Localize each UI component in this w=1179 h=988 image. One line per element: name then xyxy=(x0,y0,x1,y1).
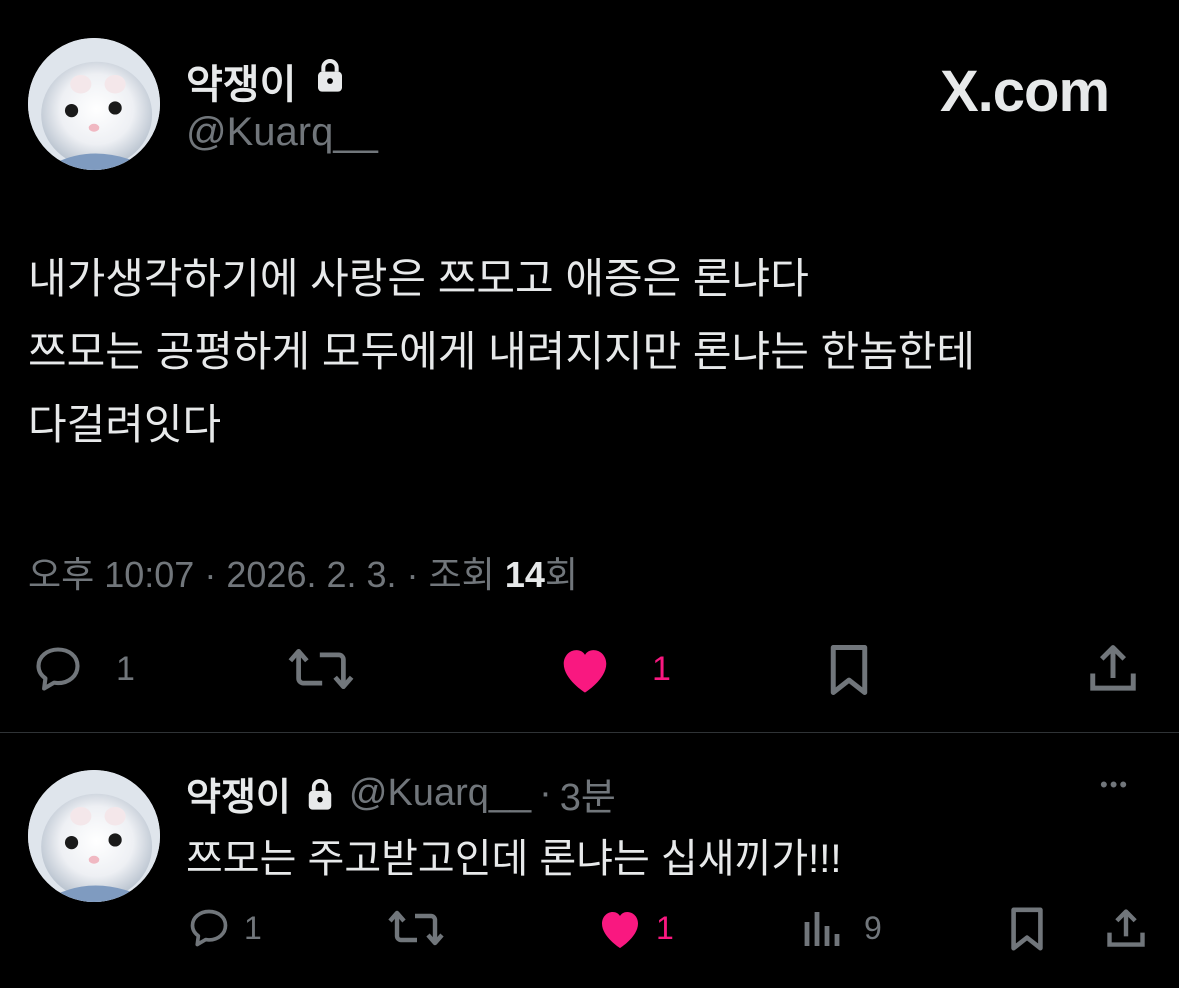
reply-text: 쯔모는 주고받고인데 론냐는 십새끼가!!! xyxy=(186,837,842,881)
reply-views-count: 9 xyxy=(864,909,882,946)
divider xyxy=(0,732,1179,733)
reply-separator: · xyxy=(539,772,552,814)
views-count: 14 xyxy=(504,554,545,595)
share-icon xyxy=(1107,909,1145,947)
views-suffix: 회 xyxy=(544,554,578,595)
heart-icon xyxy=(602,912,638,948)
reply-reply-count: 1 xyxy=(244,909,262,946)
tweet-meta: 오후 10:07 · 2026. 2. 3. · 조회 14회 xyxy=(28,546,578,598)
retweet-icon xyxy=(388,910,444,946)
views-label: 조회 xyxy=(428,554,495,595)
retweet-icon xyxy=(288,648,354,690)
lock-icon xyxy=(305,777,335,811)
tweet-date[interactable]: 2026. 2. 3. xyxy=(226,554,396,595)
reply-time[interactable]: 3분 xyxy=(560,766,616,821)
reply-handle[interactable]: @Kuarq__ xyxy=(349,772,531,815)
reply-avatar[interactable] xyxy=(28,770,160,902)
reply-retweet-button[interactable] xyxy=(388,906,444,950)
display-name[interactable]: 약쟁이 xyxy=(186,52,296,110)
reply-share-button[interactable] xyxy=(1104,906,1148,952)
share-icon xyxy=(1090,645,1136,691)
reply-header: 약쟁이 @Kuarq__ · 3분 xyxy=(186,766,616,821)
brand-logo-text: X.com xyxy=(940,59,1110,124)
reply-icon xyxy=(36,647,80,691)
reply-like-button[interactable]: 1 xyxy=(596,906,674,950)
bookmark-icon xyxy=(1011,907,1043,951)
tweet-time[interactable]: 오후 10:07 xyxy=(28,554,194,595)
ferret-avatar-image xyxy=(28,770,160,902)
x-logo: X.com xyxy=(940,58,1110,125)
more-icon: ••• xyxy=(1100,772,1130,797)
handle[interactable]: @Kuarq__ xyxy=(186,110,378,155)
reply-display-name[interactable]: 약쟁이 xyxy=(186,766,291,821)
lock-icon xyxy=(314,57,346,93)
meta-separator: · xyxy=(406,554,419,595)
avatar[interactable] xyxy=(28,38,160,170)
retweet-button[interactable] xyxy=(288,643,354,695)
views-icon xyxy=(804,912,840,946)
bookmark-button[interactable] xyxy=(824,643,874,697)
reply-count: 1 xyxy=(116,649,135,688)
like-button[interactable]: 1 xyxy=(556,643,671,695)
like-count: 1 xyxy=(652,649,671,688)
reply-icon xyxy=(190,909,228,947)
reply-button[interactable]: 1 xyxy=(30,643,135,695)
reply-reply-button[interactable]: 1 xyxy=(186,906,262,950)
meta-separator: · xyxy=(204,554,217,595)
ferret-avatar-image xyxy=(28,38,160,170)
bookmark-icon xyxy=(830,645,868,695)
more-options-button[interactable]: ••• xyxy=(1100,772,1129,798)
share-button[interactable] xyxy=(1086,642,1140,696)
reply-bookmark-button[interactable] xyxy=(1006,906,1048,952)
tweet-text: 내가생각하기에 사랑은 쯔모고 애증은 론냐다 쯔모는 공평하게 모두에게 내려… xyxy=(28,255,976,448)
heart-icon xyxy=(563,650,607,693)
reply-views-button[interactable]: 9 xyxy=(802,906,882,950)
reply-like-count: 1 xyxy=(656,909,674,946)
